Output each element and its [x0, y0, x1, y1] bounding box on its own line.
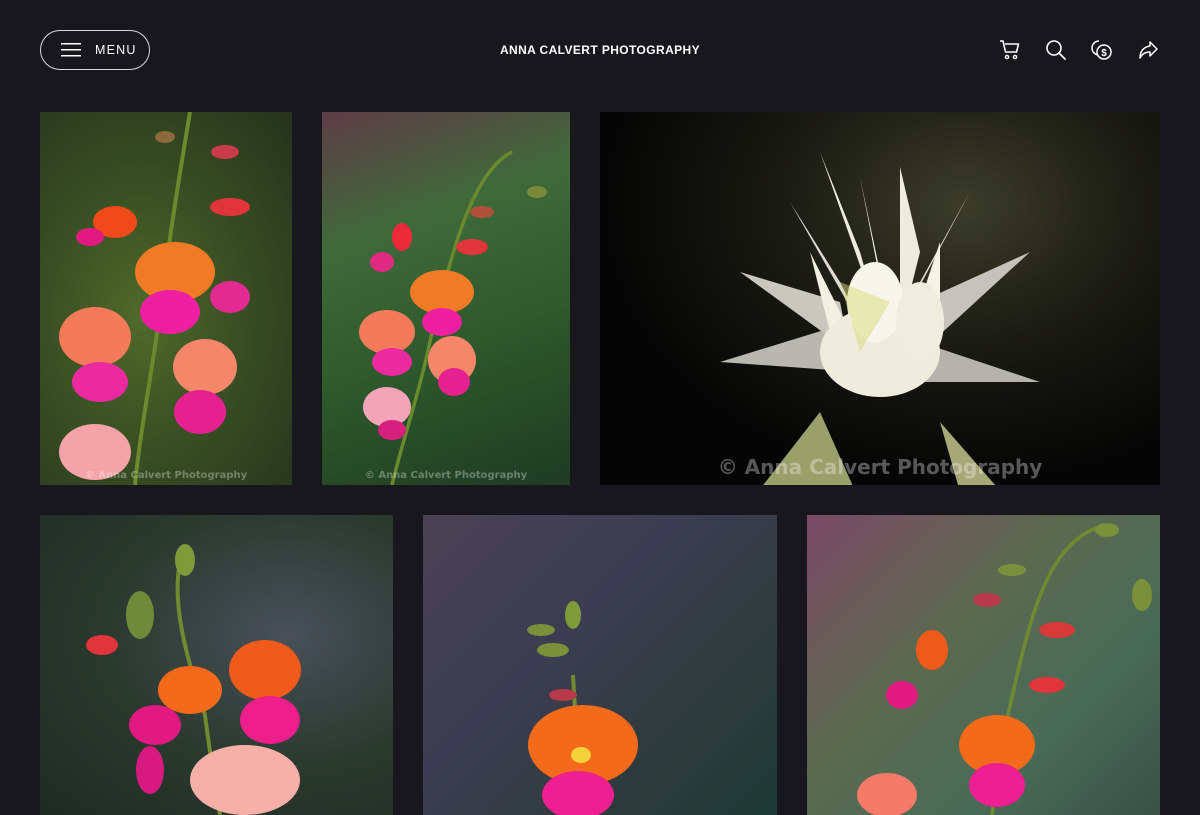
flower-image: [527, 601, 638, 815]
flower-image: [359, 150, 547, 485]
watermark: © Anna Calvert Photography: [717, 455, 1043, 479]
gallery-photo[interactable]: [807, 515, 1160, 815]
flower-image: [59, 112, 250, 485]
cart-button[interactable]: [998, 38, 1022, 62]
cart-icon: [1000, 40, 1020, 60]
watermark: © Anna Calvert Photography: [84, 470, 248, 481]
share-button[interactable]: [1136, 38, 1160, 62]
currency-icon: $: [1091, 40, 1112, 60]
svg-text:$: $: [1101, 48, 1107, 59]
flower-image: [857, 523, 1152, 815]
share-icon: [1139, 41, 1158, 59]
flower-image: [86, 544, 301, 815]
watermark: © Anna Calvert Photography: [364, 470, 528, 481]
site-header: MENU ANNA CALVERT PHOTOGRAPHY $: [0, 0, 1200, 100]
gallery-photo[interactable]: © Anna Calvert Photography: [600, 112, 1160, 485]
search-icon: [1046, 40, 1066, 60]
header-actions: $: [998, 38, 1160, 62]
protea-image: [720, 152, 1040, 485]
gallery-photo[interactable]: © Anna Calvert Photography: [322, 112, 570, 485]
search-button[interactable]: [1044, 38, 1068, 62]
gallery-photo[interactable]: © Anna Calvert Photography: [40, 112, 292, 485]
gallery-photo[interactable]: [40, 515, 393, 815]
gallery-photo[interactable]: [423, 515, 777, 815]
currency-button[interactable]: $: [1090, 38, 1114, 62]
